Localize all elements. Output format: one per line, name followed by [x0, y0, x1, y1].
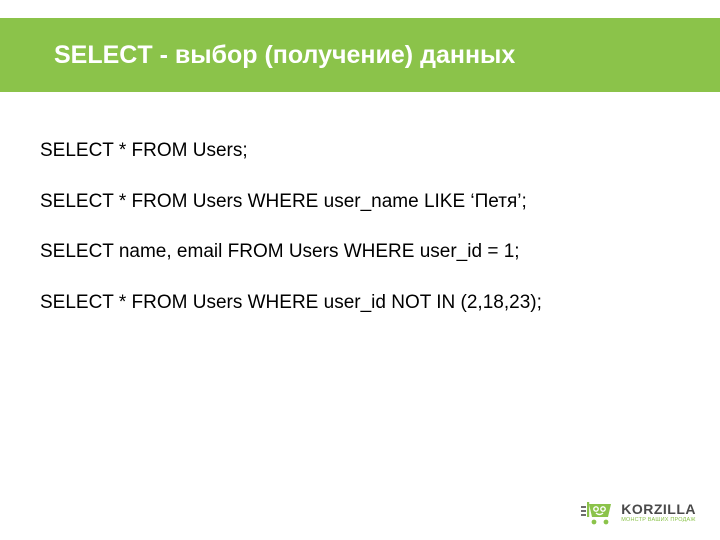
logo-name: KORZILLA — [621, 502, 696, 516]
slide-header: SELECT - выбор (получение) данных — [0, 18, 720, 92]
slide-title: SELECT - выбор (получение) данных — [54, 41, 515, 70]
sql-query-line: SELECT * FROM Users; — [40, 138, 680, 164]
brand-logo: KORZILLA МОНСТР ВАШИХ ПРОДАЖ — [581, 500, 696, 526]
logo-tagline: МОНСТР ВАШИХ ПРОДАЖ — [621, 518, 696, 524]
sql-query-line: SELECT name, email FROM Users WHERE user… — [40, 239, 680, 265]
sql-query-line: SELECT * FROM Users WHERE user_name LIKE… — [40, 189, 680, 215]
cart-icon — [581, 500, 615, 526]
sql-query-line: SELECT * FROM Users WHERE user_id NOT IN… — [40, 290, 680, 316]
logo-text: KORZILLA МОНСТР ВАШИХ ПРОДАЖ — [621, 502, 696, 524]
slide-content: SELECT * FROM Users; SELECT * FROM Users… — [40, 138, 680, 341]
